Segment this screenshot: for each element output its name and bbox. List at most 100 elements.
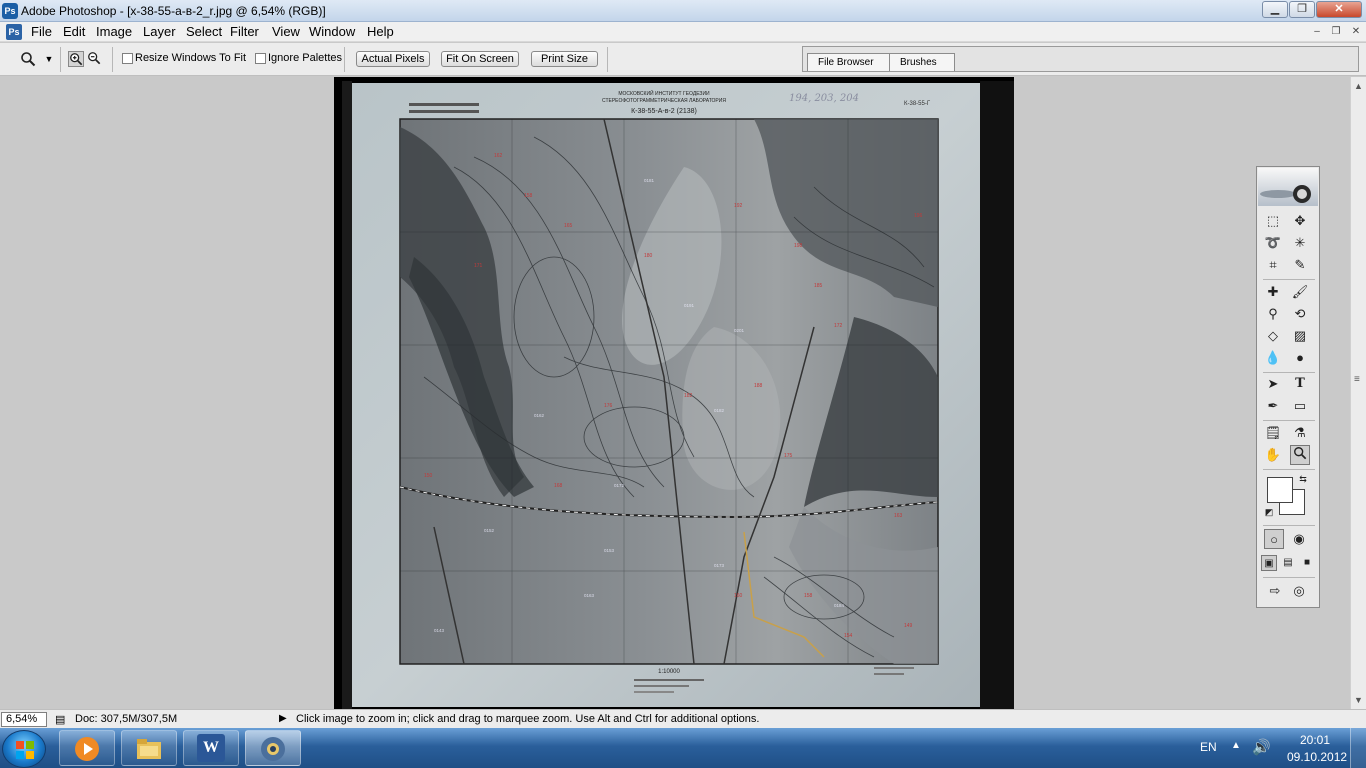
menu-edit[interactable]: Edit <box>61 24 87 39</box>
crop-tool-icon[interactable]: ⌗ <box>1263 255 1283 275</box>
volume-icon[interactable]: 🔊 <box>1252 738 1271 756</box>
gradient-tool-icon[interactable]: ▨ <box>1290 326 1310 346</box>
svg-text:0191: 0191 <box>684 303 695 308</box>
menu-select[interactable]: Select <box>184 24 224 39</box>
svg-text:188: 188 <box>754 383 763 389</box>
tab-brushes[interactable]: Brushes <box>889 53 955 71</box>
marquee-tool-icon[interactable]: ⬚ <box>1263 211 1283 231</box>
svg-text:0201: 0201 <box>734 328 745 333</box>
svg-text:168: 168 <box>554 483 563 489</box>
scroll-grip-icon[interactable]: ≡ <box>1354 374 1360 385</box>
default-colors-icon[interactable]: ◩ <box>1263 506 1275 518</box>
svg-text:0184: 0184 <box>834 603 845 608</box>
show-desktop-button[interactable] <box>1350 728 1366 768</box>
path-selection-tool-icon[interactable]: ➤ <box>1263 374 1283 394</box>
jump-to-imageready-icon[interactable]: ⇨ <box>1265 581 1285 601</box>
menu-layer[interactable]: Layer <box>141 24 178 39</box>
svg-text:171: 171 <box>474 263 483 269</box>
taskbar-photoshop-icon[interactable] <box>245 730 301 766</box>
notes-tool-icon[interactable]: 🗒 <box>1263 423 1283 443</box>
zoom-in-icon[interactable] <box>68 51 84 67</box>
scroll-down-icon[interactable]: ▼ <box>1354 695 1363 705</box>
clone-stamp-tool-icon[interactable]: ⚲ <box>1263 304 1283 324</box>
document-info-icon[interactable]: ▤ <box>55 713 65 726</box>
toolbox-separator <box>1263 372 1315 373</box>
topographic-map-scan: МОСКОВСКИЙ ИНСТИТУТ ГЕОДЕЗИИ СТЕРЕОФОТОГ… <box>342 81 1014 709</box>
pen-tool-icon[interactable]: ✒ <box>1263 396 1283 416</box>
type-tool-icon[interactable]: T <box>1290 374 1310 394</box>
svg-text:192: 192 <box>734 203 743 209</box>
menu-help[interactable]: Help <box>365 24 396 39</box>
lasso-tool-icon[interactable]: ➰ <box>1263 233 1283 253</box>
healing-brush-tool-icon[interactable]: ✚ <box>1263 282 1283 302</box>
svg-text:0162: 0162 <box>534 413 545 418</box>
taskbar-word-icon[interactable]: W <box>183 730 239 766</box>
palette-well: File Browser Brushes <box>802 46 1359 72</box>
toolbox-header[interactable] <box>1258 168 1318 206</box>
status-menu-arrow-icon[interactable]: ▶ <box>279 713 287 724</box>
ignore-palettes-checkbox[interactable] <box>255 53 266 64</box>
options-separator <box>60 47 61 72</box>
start-button[interactable] <box>2 730 46 768</box>
rectangle-tool-icon[interactable]: ▭ <box>1290 396 1310 416</box>
doc-minimize-button[interactable]: – <box>1309 25 1325 39</box>
maximize-button[interactable]: ❐ <box>1289 1 1315 18</box>
tab-file-browser[interactable]: File Browser <box>807 53 891 71</box>
print-size-button[interactable]: Print Size <box>531 51 598 67</box>
standard-mode-icon[interactable]: ○ <box>1264 529 1284 549</box>
svg-text:158: 158 <box>524 193 533 199</box>
toolbox-separator <box>1263 469 1315 470</box>
resize-windows-checkbox[interactable] <box>122 53 133 64</box>
svg-text:185: 185 <box>814 283 823 289</box>
options-separator <box>607 47 608 72</box>
svg-text:163: 163 <box>894 513 903 519</box>
fit-on-screen-button[interactable]: Fit On Screen <box>441 51 519 67</box>
doc-restore-button[interactable]: ❐ <box>1328 25 1344 39</box>
menu-image[interactable]: Image <box>94 24 134 39</box>
clock-time[interactable]: 20:01 <box>1300 733 1330 747</box>
toolbox-separator <box>1263 279 1315 280</box>
tray-expand-icon[interactable]: ▲ <box>1231 740 1241 751</box>
imageready-icon[interactable]: ◎ <box>1289 581 1309 601</box>
document-size-info: Doc: 307,5M/307,5M <box>75 713 178 725</box>
zoom-tool-preset-icon[interactable] <box>20 51 36 67</box>
dodge-tool-icon[interactable]: ● <box>1290 348 1310 368</box>
vertical-scrollbar[interactable]: ▲ ≡ ▼ <box>1350 77 1366 709</box>
scroll-up-icon[interactable]: ▲ <box>1354 81 1363 91</box>
brush-tool-icon[interactable]: 🖌 <box>1290 282 1310 302</box>
close-button[interactable]: ✕ <box>1316 1 1362 18</box>
full-screen-mode-icon[interactable]: ■ <box>1299 555 1315 571</box>
zoom-level-field[interactable]: 6,54% <box>1 712 47 727</box>
quick-mask-mode-icon[interactable]: ◉ <box>1289 529 1309 549</box>
slice-tool-icon[interactable]: ✎ <box>1290 255 1310 275</box>
magic-wand-tool-icon[interactable]: ✳ <box>1290 233 1310 253</box>
hand-tool-icon[interactable]: ✋ <box>1263 445 1283 465</box>
zoom-tool-icon[interactable] <box>1290 445 1310 465</box>
doc-close-button[interactable]: ✕ <box>1348 25 1364 39</box>
menu-window[interactable]: Window <box>307 24 357 39</box>
taskbar-media-player-icon[interactable] <box>59 730 115 766</box>
taskbar-file-explorer-icon[interactable] <box>121 730 177 766</box>
menu-filter[interactable]: Filter <box>228 24 261 39</box>
blur-tool-icon[interactable]: 💧 <box>1263 348 1283 368</box>
language-indicator[interactable]: EN <box>1200 740 1217 754</box>
swap-colors-icon[interactable]: ⇆ <box>1297 473 1309 485</box>
sheet-id: К-38-55-Г <box>904 101 931 107</box>
document-canvas[interactable]: МОСКОВСКИЙ ИНСТИТУТ ГЕОДЕЗИИ СТЕРЕОФОТОГ… <box>334 77 1014 709</box>
standard-screen-mode-icon[interactable]: ▣ <box>1261 555 1277 571</box>
eraser-tool-icon[interactable]: ◇ <box>1263 326 1283 346</box>
full-screen-menu-mode-icon[interactable]: ▤ <box>1280 555 1296 571</box>
actual-pixels-button[interactable]: Actual Pixels <box>356 51 430 67</box>
clock-date[interactable]: 09.10.2012 <box>1287 750 1347 764</box>
zoom-out-icon[interactable] <box>86 51 102 67</box>
document-icon[interactable]: Ps <box>6 24 22 40</box>
history-brush-tool-icon[interactable]: ⟲ <box>1290 304 1310 324</box>
move-tool-icon[interactable]: ✥ <box>1290 211 1310 231</box>
menu-view[interactable]: View <box>270 24 302 39</box>
menu-file[interactable]: File <box>29 24 54 39</box>
photoshop-app-icon[interactable]: Ps <box>2 3 18 19</box>
preset-dropdown-arrow-icon[interactable]: ▼ <box>41 51 57 67</box>
minimize-button[interactable]: ▁ <box>1262 1 1288 18</box>
svg-text:175: 175 <box>784 453 793 459</box>
eyedropper-tool-icon[interactable]: ⚗ <box>1290 423 1310 443</box>
